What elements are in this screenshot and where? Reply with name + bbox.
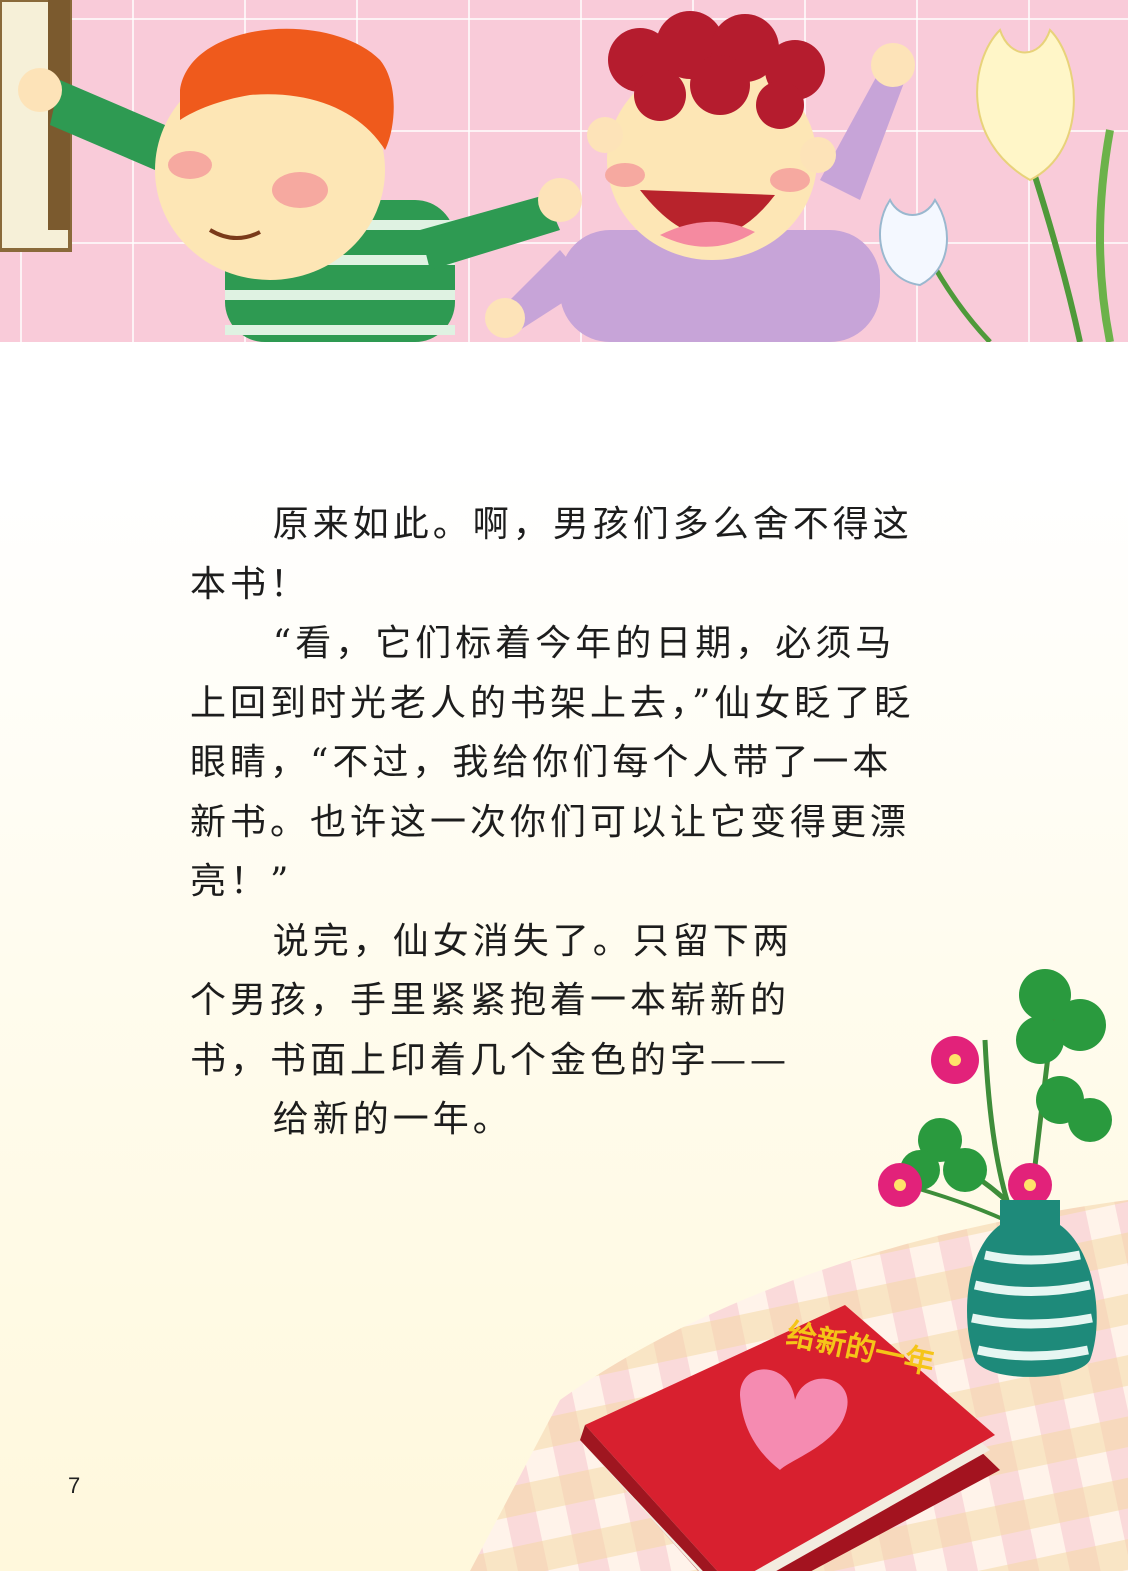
page-number: 7: [68, 1473, 81, 1498]
table-illustration: 给新的一年: [470, 969, 1128, 1571]
storybook-page: 原来如此。啊，男孩们多么舍不得这本书！ “看，它们标着今年的日期，必须马上回到时…: [0, 0, 1128, 1571]
